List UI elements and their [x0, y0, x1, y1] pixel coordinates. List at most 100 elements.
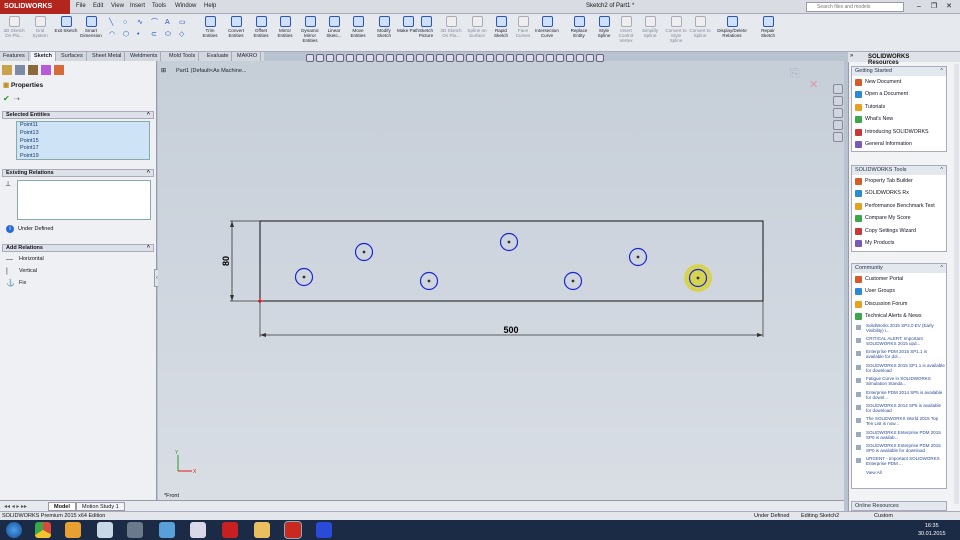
width-dimension-text[interactable]: 500	[503, 325, 518, 335]
ribbon-button[interactable]: Move Entities	[346, 16, 370, 50]
add-relations-header[interactable]: Add Relations ^	[2, 244, 154, 252]
slot-icon[interactable]: ⊂	[151, 30, 163, 39]
tools-item[interactable]: Copy Settings Wizard	[852, 225, 946, 237]
center-point[interactable]	[636, 255, 640, 259]
selected-entities-header[interactable]: Selected Entities ^	[2, 111, 154, 119]
explorer-folder-icon[interactable]	[254, 522, 270, 538]
appearances-tab-icon[interactable]	[833, 132, 843, 142]
calculator-icon[interactable]	[97, 522, 113, 538]
center-point[interactable]	[302, 275, 306, 279]
fillet-icon[interactable]: ⌒	[151, 17, 163, 26]
ribbon-button[interactable]: Modify Sketch	[372, 16, 396, 50]
menu-file[interactable]: File	[76, 3, 86, 9]
paint-icon[interactable]	[190, 522, 206, 538]
rectangle-icon[interactable]: ▭	[179, 18, 191, 27]
center-point[interactable]	[571, 279, 575, 283]
ribbon-button[interactable]: Display/Delete Relations	[712, 16, 752, 50]
list-item[interactable]: Point13	[17, 129, 149, 138]
plane-icon[interactable]: ◇	[179, 30, 191, 39]
community-item[interactable]: Customer Portal	[852, 273, 946, 285]
relation-vertical[interactable]: | Vertical	[2, 266, 154, 278]
ribbon-button[interactable]: Offset Entities	[249, 16, 273, 50]
getting-started-item[interactable]: What's New	[852, 113, 946, 125]
ribbon-button[interactable]: Intersection Curve	[535, 16, 559, 50]
tab-scroll-icons[interactable]: ◂◂ ◂ ▸ ▸▸	[4, 503, 27, 510]
minimize-button[interactable]: –	[912, 2, 926, 12]
tools-item[interactable]: Performance Benchmark Test	[852, 200, 946, 212]
list-item[interactable]: Point15	[17, 137, 149, 146]
tools-item[interactable]: Compare My Score	[852, 212, 946, 224]
tab-evaluate[interactable]: Evaluate	[204, 52, 233, 61]
collapse-icon[interactable]: ^	[147, 112, 150, 119]
ribbon-button[interactable]: Repair Sketch	[756, 16, 780, 50]
arc-icon[interactable]: ◠	[109, 30, 121, 39]
news-link[interactable]: SOLIDWORKS Enterprise PDM 2015 SP0 is av…	[852, 430, 946, 443]
tab-mold-tools[interactable]: Mold Tools	[166, 52, 200, 61]
center-point[interactable]	[362, 250, 366, 254]
ribbon-button[interactable]: Convert Entities	[224, 16, 248, 50]
view-all-link[interactable]: View All	[852, 470, 946, 475]
tools-header[interactable]: SOLIDWORKS Tools ^	[852, 166, 946, 175]
system-clock[interactable]: 16:35 30.01.2015	[918, 522, 946, 538]
tab-surfaces[interactable]: Surfaces	[58, 52, 87, 61]
news-link[interactable]: URGENT - Important SOLIDWORKS Enterprise…	[852, 456, 946, 469]
getting-started-item[interactable]: New Document	[852, 76, 946, 88]
news-link[interactable]: SOLIDWORKS 2015 SP1.1 is available for d…	[852, 363, 946, 376]
menu-view[interactable]: View	[111, 3, 124, 9]
tab-sheet-metal[interactable]: Sheet Metal	[89, 52, 126, 61]
news-link[interactable]: Enterprise PDM 2014 SP5 is available for…	[852, 390, 946, 403]
news-link[interactable]: SOLIDWORKS Enterprise PDM 2015 SP0 is av…	[852, 443, 946, 456]
list-item[interactable]: Point11	[17, 122, 149, 130]
menu-edit[interactable]: Edit	[93, 3, 103, 9]
tools-item[interactable]: My Products	[852, 237, 946, 249]
task-pane-scrollbar[interactable]	[954, 64, 959, 504]
getting-started-item[interactable]: Tutorials	[852, 101, 946, 113]
line-icon[interactable]: ╲	[109, 18, 121, 27]
community-item[interactable]: User Groups	[852, 285, 946, 297]
collapse-icon[interactable]: ^	[147, 245, 150, 252]
sketch-canvas[interactable]: 80 500 Y X	[158, 61, 844, 500]
tab-motion-study[interactable]: Motion Study 1	[76, 502, 125, 511]
tools-item[interactable]: SOLIDWORKS Rx	[852, 187, 946, 199]
menu-insert[interactable]: Insert	[130, 3, 145, 9]
units-selector[interactable]: Custom	[874, 513, 893, 519]
ribbon-button[interactable]: 3D Sketch On Pla...	[2, 16, 26, 50]
tab-makro[interactable]: MAKRO	[234, 52, 262, 61]
menu-help[interactable]: Help	[204, 3, 216, 9]
ribbon-button[interactable]: Grid System	[28, 16, 52, 50]
ribbon-button[interactable]: Convert to Spline	[688, 16, 712, 50]
news-link[interactable]: The SOLIDWORKS World 2015 Top Ten List i…	[852, 416, 946, 429]
menu-tools[interactable]: Tools	[152, 3, 166, 9]
relation-fix[interactable]: ⚓ Fix	[2, 278, 154, 290]
viewer-icon[interactable]	[316, 522, 332, 538]
configuration-manager-tab-icon[interactable]	[28, 65, 38, 75]
list-item[interactable]: Point19	[17, 153, 149, 160]
center-point[interactable]	[427, 279, 431, 283]
news-link[interactable]: Enterprise PDM 2015 SP1.1 is available f…	[852, 349, 946, 362]
tools-item[interactable]: Property Tab Builder	[852, 175, 946, 187]
list-item[interactable]: Point17	[17, 145, 149, 154]
pin-icon[interactable]: ⇢	[14, 95, 20, 103]
ribbon-button[interactable]: Face Curves	[511, 16, 535, 50]
text-icon[interactable]: A	[165, 19, 177, 28]
ribbon-button[interactable]: Convert to Style Spline	[664, 16, 688, 50]
ribbon-button[interactable]: Dynamic Mirror Entities	[298, 16, 322, 50]
relation-horizontal[interactable]: — Horizontal	[2, 254, 154, 266]
file-explorer-tab-icon[interactable]	[833, 108, 843, 118]
getting-started-item[interactable]: Introducing SOLIDWORKS	[852, 126, 946, 138]
ribbon-button[interactable]: Linear Sketc...	[322, 16, 346, 50]
center-point[interactable]	[696, 276, 700, 280]
news-link[interactable]: SOLIDWORKS 2014 SP5 is available for dow…	[852, 403, 946, 416]
notepad-icon[interactable]	[159, 522, 175, 538]
mail-icon[interactable]	[65, 522, 81, 538]
collapse-icon[interactable]: ^	[147, 170, 150, 177]
news-link[interactable]: SolidWorks 2015 SP2.0 EV (Early Visibili…	[852, 323, 946, 336]
restore-button[interactable]: ❐	[927, 2, 941, 12]
point-icon[interactable]: •	[137, 31, 149, 40]
display-manager-tab-icon[interactable]	[54, 65, 64, 75]
existing-relations-list[interactable]	[17, 180, 151, 220]
community-item[interactable]: Discussion Forum	[852, 298, 946, 310]
ribbon-button[interactable]: Trim Entities	[198, 16, 222, 50]
getting-started-header[interactable]: Getting Started ^	[852, 67, 946, 76]
solidworks-logo[interactable]: SOLIDWORKS	[0, 0, 70, 14]
